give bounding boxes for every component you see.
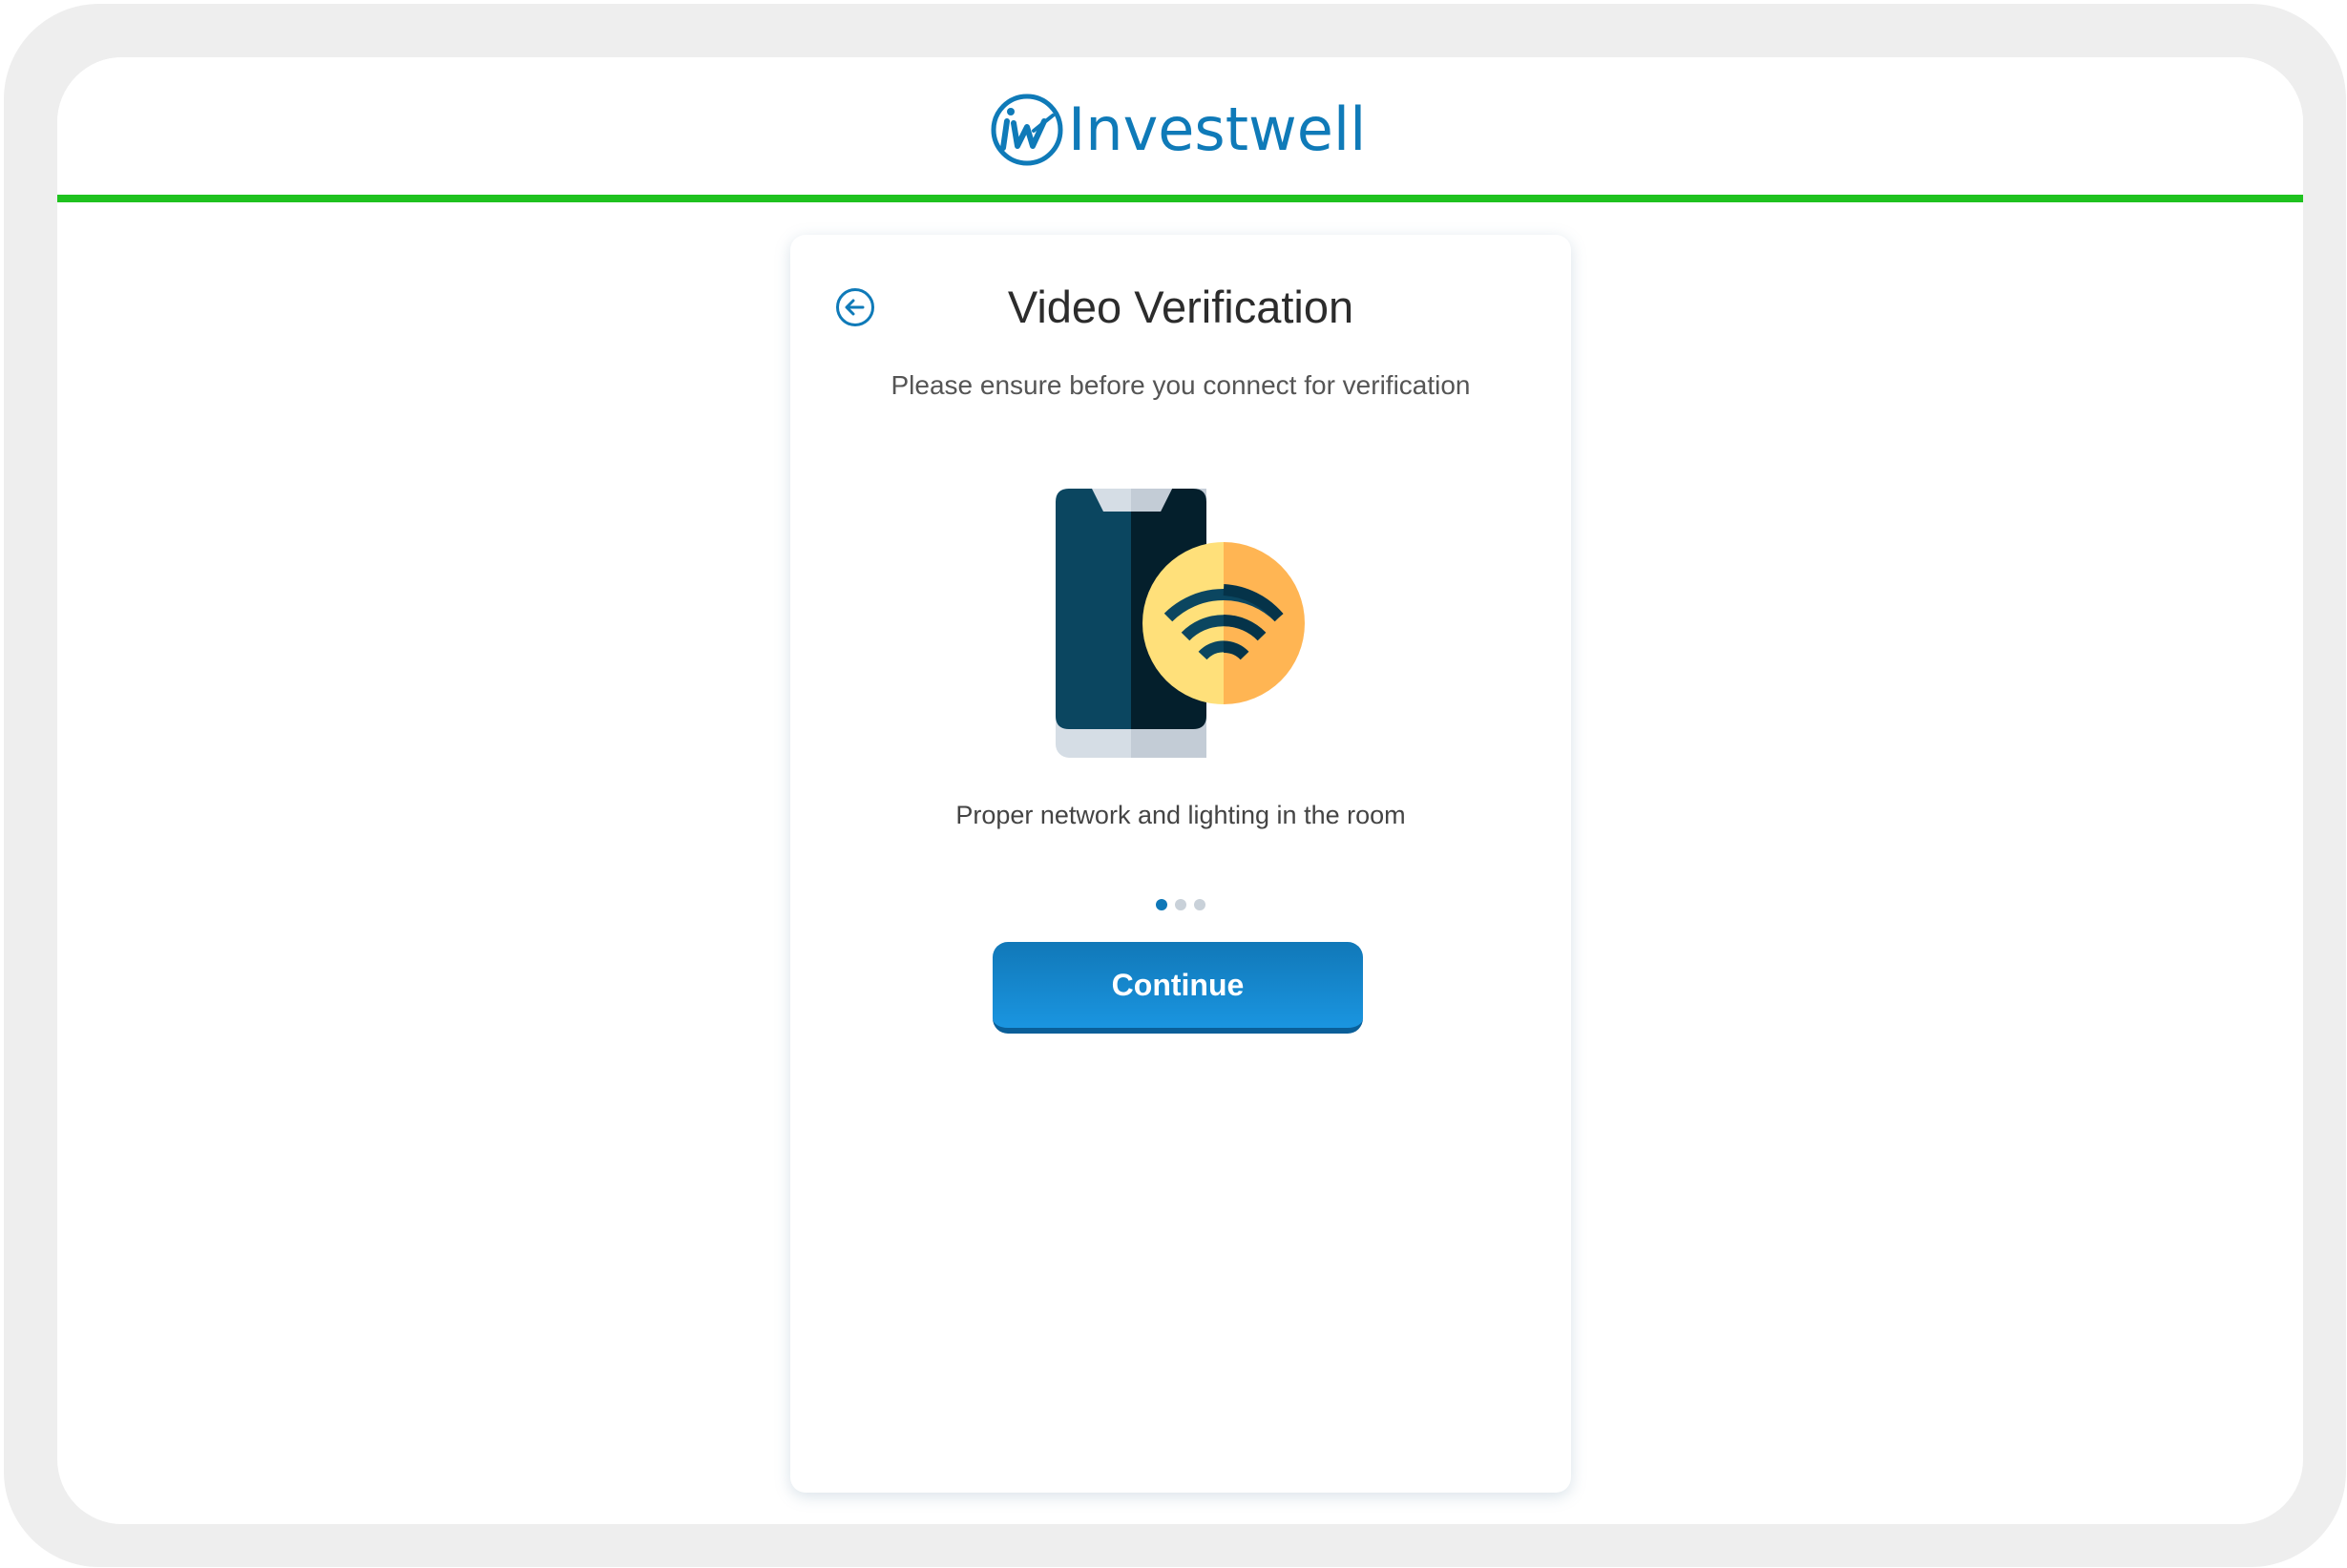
slide-dot-1[interactable]: [1156, 899, 1167, 910]
brand-logo: Investwell: [990, 92, 1366, 168]
page-title: Video Verification: [1007, 282, 1354, 332]
header-progress-line: [57, 195, 2303, 202]
slide-caption: Proper network and lighting in the room: [955, 801, 1406, 829]
page-subtitle: Please ensure before you connect for ver…: [891, 370, 1471, 400]
app-screen: Investwell Video Verification Please ens…: [57, 57, 2303, 1524]
slide-indicator[interactable]: [790, 899, 1571, 910]
device-frame: Investwell Video Verification Please ens…: [4, 4, 2346, 1567]
slide-dot-3[interactable]: [1194, 899, 1205, 910]
brand-name: Investwell: [1068, 94, 1367, 164]
slide-dot-2[interactable]: [1175, 899, 1186, 910]
investwell-logo-icon: [991, 94, 1063, 166]
verification-card: Video Verification Please ensure before …: [790, 235, 1571, 1493]
continue-button[interactable]: Continue: [993, 942, 1363, 1034]
phone-wifi-icon: [1056, 489, 1305, 758]
app-header: Investwell: [57, 57, 2303, 195]
